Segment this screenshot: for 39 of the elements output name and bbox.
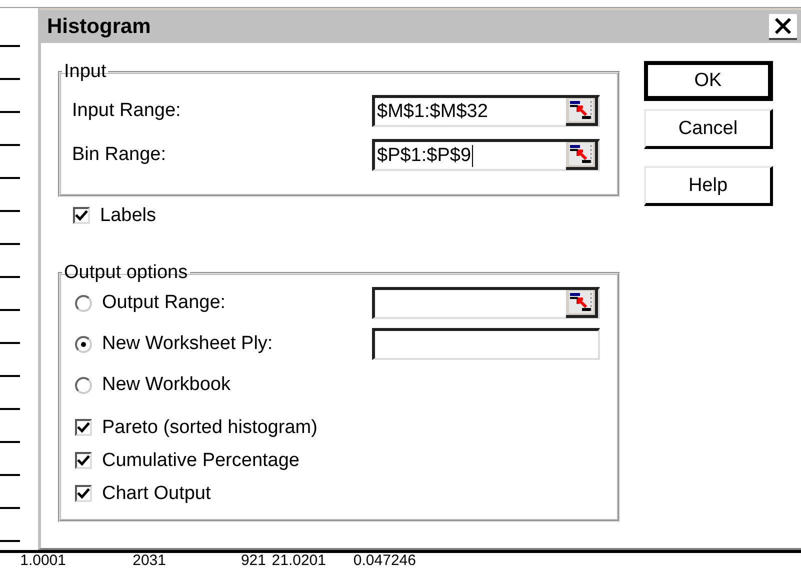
window-title: Histogram xyxy=(47,14,151,38)
checkbox-label: Labels xyxy=(100,204,156,226)
table-cell-text: 0.047246 xyxy=(352,553,417,571)
radio-button[interactable] xyxy=(75,294,92,312)
group-title: Output options xyxy=(63,262,189,284)
radio-button[interactable] xyxy=(75,376,92,394)
input-field[interactable] xyxy=(372,328,600,360)
table-cell-text: 921 xyxy=(240,553,267,571)
checkbox-label: Pareto (sorted histogram) xyxy=(102,416,318,438)
input-field[interactable]: $M$1:$M$32 xyxy=(372,95,600,127)
table-cell-text: 2031 xyxy=(132,553,167,571)
field-label: Bin Range: xyxy=(72,144,166,166)
range-picker-icon xyxy=(568,143,592,165)
radio-label: New Worksheet Ply: xyxy=(102,333,273,355)
radio-label: New Workbook xyxy=(102,374,230,396)
close-icon xyxy=(774,18,792,34)
dialog-button[interactable]: Help xyxy=(644,166,773,206)
range-picker-icon xyxy=(568,291,592,313)
range-picker-button[interactable] xyxy=(566,98,598,126)
input-field[interactable] xyxy=(372,287,600,319)
group-title: Input xyxy=(63,61,108,83)
checkbox[interactable] xyxy=(73,207,90,224)
radio-button[interactable] xyxy=(75,336,92,352)
checkbox-label: Chart Output xyxy=(102,482,211,504)
checkbox[interactable] xyxy=(75,485,92,502)
table-cell-text: 21.0201 xyxy=(270,553,327,571)
range-picker-icon xyxy=(568,99,592,121)
radio-label: Output Range: xyxy=(102,292,226,314)
dialog-button[interactable]: OK xyxy=(644,61,773,101)
checkbox-label: Cumulative Percentage xyxy=(102,450,300,472)
dialog-button[interactable]: Cancel xyxy=(644,109,773,149)
field-label: Input Range: xyxy=(72,100,181,122)
table-cell-text: 1.0001 xyxy=(19,553,67,571)
checkbox[interactable] xyxy=(75,419,92,436)
range-picker-button[interactable] xyxy=(566,290,598,318)
checkbox[interactable] xyxy=(75,452,92,469)
close-button[interactable] xyxy=(769,14,797,40)
input-field[interactable]: $P$1:$P$9 xyxy=(372,139,600,171)
range-picker-button[interactable] xyxy=(566,142,598,170)
